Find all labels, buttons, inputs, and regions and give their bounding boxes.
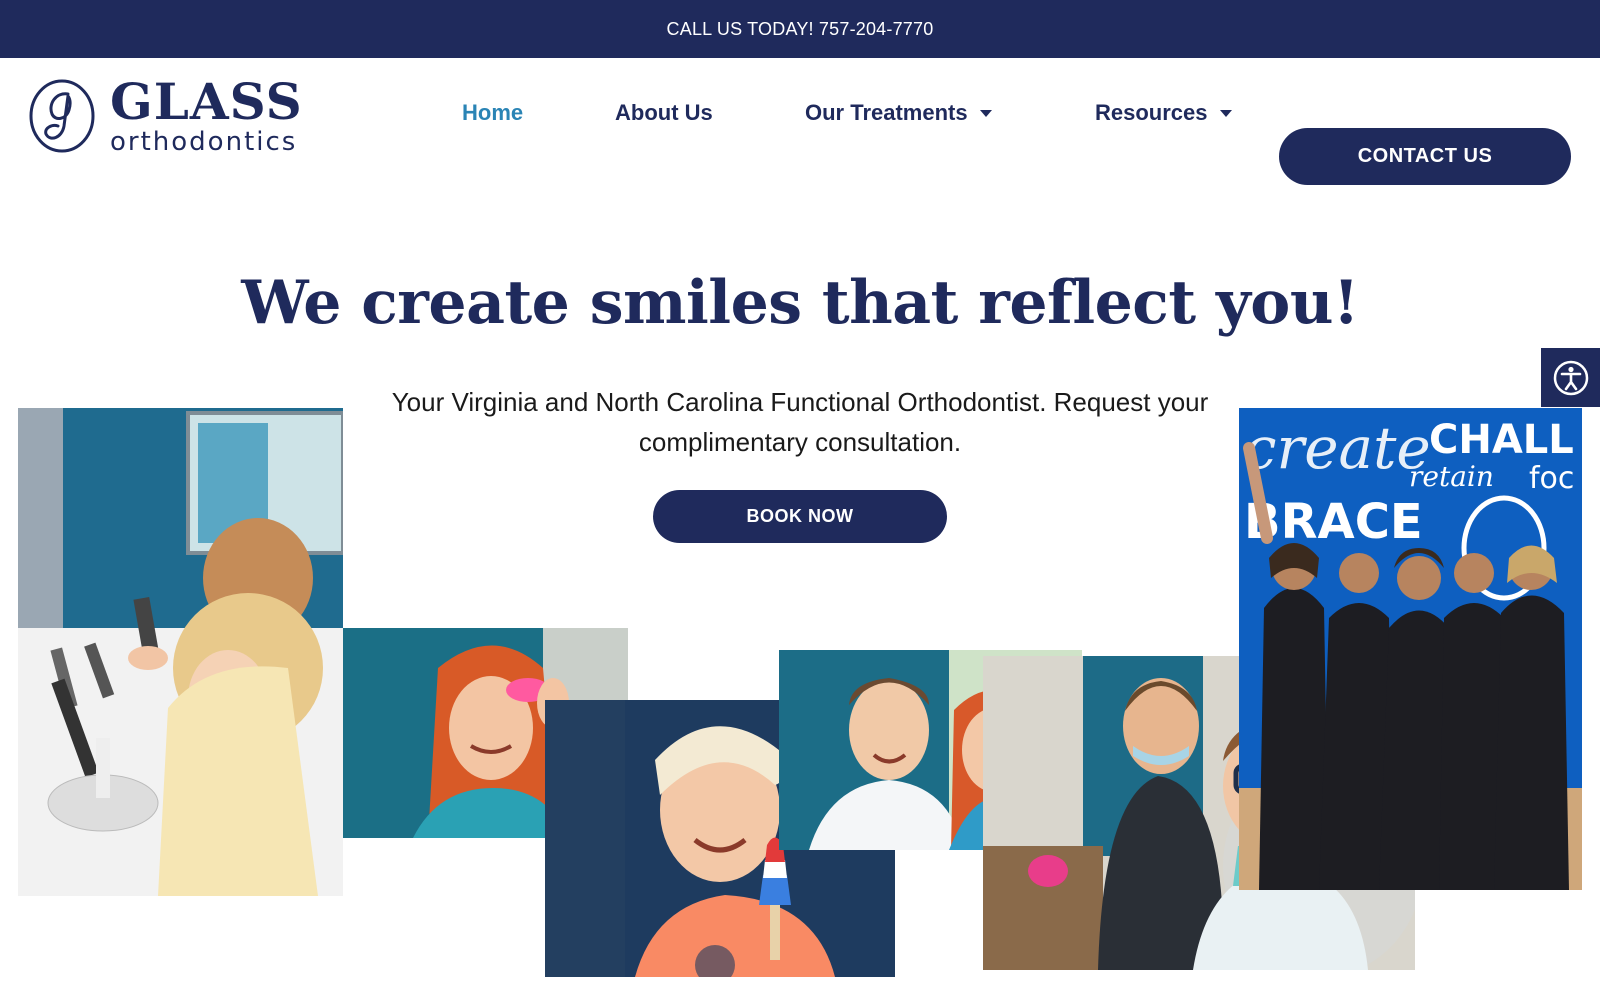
nav-item-home[interactable]: Home <box>462 100 523 126</box>
nav-item-resources[interactable]: Resources <box>1095 100 1232 126</box>
nav-item-label: Our Treatments <box>805 100 968 125</box>
photo-kids-tablets <box>18 408 343 896</box>
book-now-label: BOOK NOW <box>746 506 854 526</box>
hero-subtitle: Your Virginia and North Carolina Functio… <box>391 387 1209 457</box>
svg-text:CHALL: CHALL <box>1429 417 1574 463</box>
svg-text:foc: foc <box>1529 461 1574 496</box>
photo-team-wall: create CHALL retain foc BRACE <box>1239 408 1582 890</box>
nav-item-label: About Us <box>615 100 713 125</box>
contact-us-label: CONTACT US <box>1357 145 1493 167</box>
nav-item-label: Resources <box>1095 100 1208 125</box>
contact-us-button[interactable]: CONTACT US <box>1279 128 1571 185</box>
hero-title: We create smiles that reflect you! <box>241 268 1359 338</box>
nav-item-our-treatments[interactable]: Our Treatments <box>805 100 992 126</box>
call-us-text[interactable]: CALL US TODAY! 757-204-7770 <box>667 19 934 40</box>
book-now-button[interactable]: BOOK NOW <box>653 490 947 543</box>
accessibility-toolbar-button[interactable] <box>1541 348 1600 407</box>
chevron-down-icon <box>979 109 992 117</box>
svg-text:create: create <box>1244 414 1431 482</box>
svg-text:retain: retain <box>1409 460 1494 493</box>
nav-item-label: Home <box>462 100 524 125</box>
nav-item-about-us[interactable]: About Us <box>615 100 713 126</box>
accessibility-icon <box>1553 360 1588 395</box>
main-nav: Home About Us Our Treatments Resources C… <box>0 100 1600 185</box>
site-header: GLASS orthodontics Home About Us Our Tre… <box>0 58 1600 185</box>
logo-subtitle: orthodontics <box>110 127 298 157</box>
chevron-down-icon <box>1219 109 1232 117</box>
top-announcement-bar: CALL US TODAY! 757-204-7770 <box>0 0 1600 58</box>
